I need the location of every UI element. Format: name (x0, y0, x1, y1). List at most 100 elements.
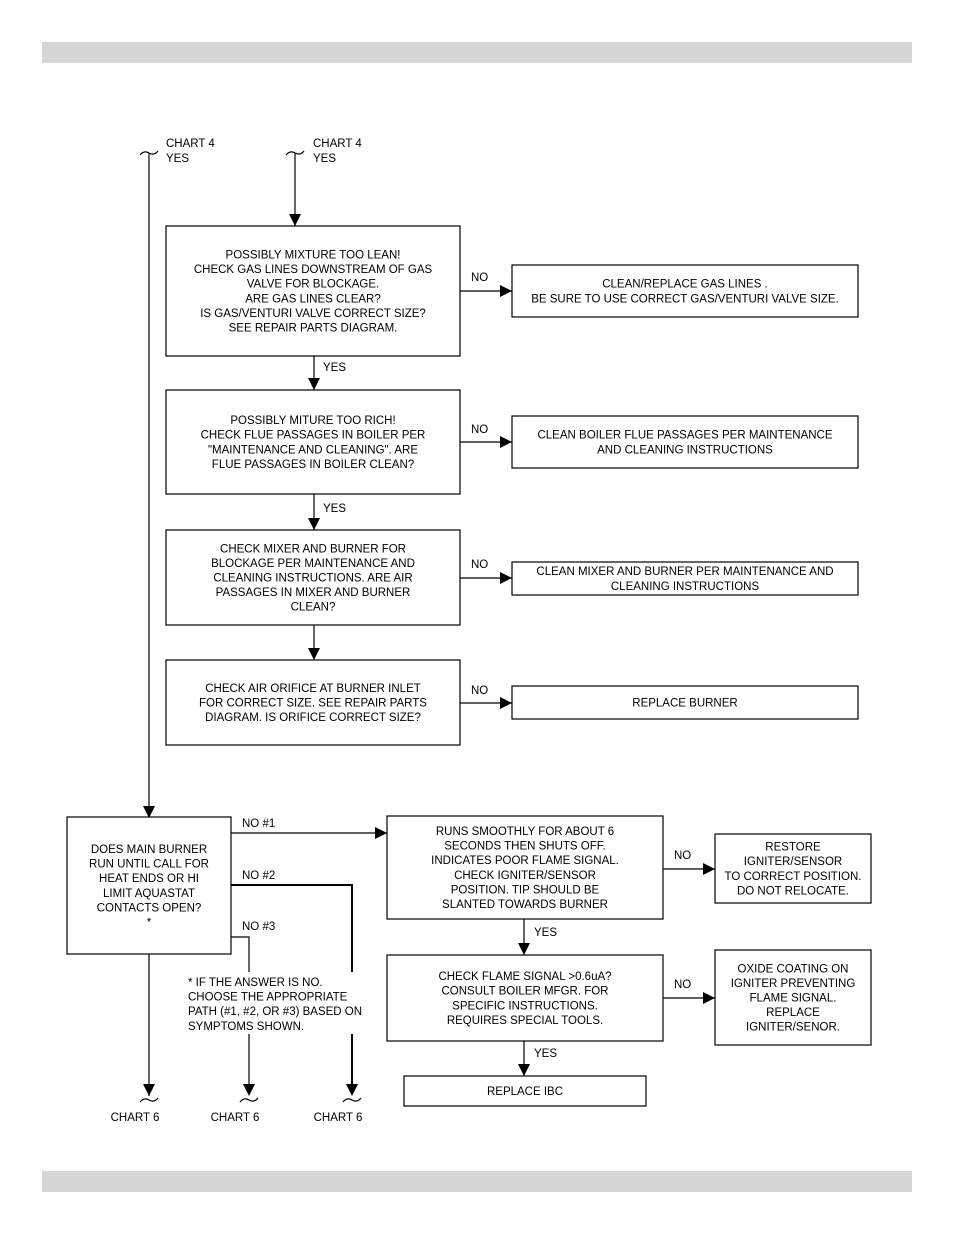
troubleshooting-flowchart: POSSIBLY MIXTURE TOO LEAN! CHECK GAS LINE… (66, 138, 872, 1124)
clean-flue-box: CLEAN BOILER FLUE PASSAGES PER MAINTENAN… (511, 415, 859, 469)
mixture-lean-box-frame (165, 225, 461, 357)
chart4-label-center: CHART 4 (313, 138, 362, 150)
clean-flue-box-frame (511, 415, 859, 469)
no2-label: NO #2 (242, 870, 275, 882)
mixture-rich-box-text-line: "MAINTENANCE AND CLEANING". ARE (208, 444, 418, 456)
chart6-label: CHART 6 (111, 1112, 160, 1124)
arrowhead-down-icon (346, 1084, 358, 1096)
replace-burner-box: REPLACE BURNER (511, 685, 859, 720)
chart4-yes-label-left: YES (166, 153, 189, 165)
chart6-label: CHART 6 (314, 1112, 363, 1124)
check-orifice-box-text-line: CHECK AIR ORIFICE AT BURNER INLET (205, 683, 421, 695)
chart6-connector-icon (239, 1097, 259, 1103)
mixture-lean-box: POSSIBLY MIXTURE TOO LEAN! CHECK GAS LINE… (165, 225, 461, 357)
arrowhead-down-icon (518, 1064, 530, 1076)
check-mixer-box-text-line: BLOCKAGE PER MAINTENANCE AND (211, 558, 415, 570)
no-label: NO (471, 272, 488, 284)
footnote-line: SYMPTOMS SHOWN. (188, 1021, 304, 1033)
flame-signal-box: CHECK FLAME SIGNAL >0.6uA? CONSULT BOILER… (386, 954, 664, 1042)
no-label: NO (674, 979, 691, 991)
main-burner-box-text-line: DOES MAIN BURNER (91, 844, 207, 856)
chart6-connector-icon (342, 1097, 362, 1103)
no-label: NO (471, 424, 488, 436)
runs-smoothly-box-text-line: INDICATES POOR FLAME SIGNAL. (431, 855, 619, 867)
arrowhead-down-icon (143, 806, 155, 818)
flame-signal-box-text-line: CHECK FLAME SIGNAL >0.6uA? (438, 971, 611, 983)
clean-flue-box-text-line: CLEAN BOILER FLUE PASSAGES PER MAINTENAN… (537, 430, 832, 442)
runs-smoothly-box-text-line: POSITION. TIP SHOULD BE (451, 884, 600, 896)
footnote-line: * IF THE ANSWER IS NO. (188, 977, 323, 989)
arrowhead-right-icon (500, 572, 512, 584)
clean-mixer-box-text-line: CLEAN MIXER AND BURNER PER MAINTENANCE A… (536, 566, 833, 578)
arrowhead-right-icon (375, 827, 387, 839)
clean-gas-lines-box-text-line: BE SURE TO USE CORRECT GAS/VENTURI VALVE… (531, 293, 839, 305)
yes-label: YES (534, 927, 557, 939)
runs-smoothly-box-text-line: RUNS SMOOTHLY FOR ABOUT 6 (436, 826, 614, 838)
oxide-coating-box-text-line: REPLACE (766, 1007, 820, 1019)
arrowhead-down-icon (243, 1084, 255, 1096)
mixture-lean-box-text-line: ARE GAS LINES CLEAR? (245, 293, 381, 305)
no3-label: NO #3 (242, 921, 275, 933)
check-mixer-box: CHECK MIXER AND BURNER FOR BLOCKAGE PER M… (165, 529, 461, 626)
restore-igniter-box-text-line: IGNITER/SENSOR (744, 856, 842, 868)
oxide-coating-box-text-line: FLAME SIGNAL. (750, 993, 837, 1005)
yes-label: YES (323, 362, 346, 374)
restore-igniter-box-text-line: DO NOT RELOCATE. (737, 885, 849, 897)
no-label: NO (674, 850, 691, 862)
chart6-connector-icon (139, 1097, 159, 1103)
replace-ibc-box-text-line: REPLACE IBC (487, 1086, 563, 1098)
clean-flue-box-text-line: AND CLEANING INSTRUCTIONS (597, 444, 773, 456)
main-burner-box-text-line: * (147, 917, 152, 929)
flame-signal-box-text-line: SPECIFIC INSTRUCTIONS. (452, 1000, 598, 1012)
check-mixer-box-text-line: CLEAN? (291, 602, 336, 614)
oxide-coating-box-text-line: IGNITER PREVENTING (731, 978, 856, 990)
replace-ibc-box: REPLACE IBC (403, 1075, 647, 1107)
runs-smoothly-box: RUNS SMOOTHLY FOR ABOUT 6 SECONDS THEN SH… (386, 815, 664, 920)
arrowhead-right-icon (703, 992, 715, 1004)
arrowhead-down-icon (308, 648, 320, 660)
restore-igniter-box-text-line: RESTORE (765, 842, 821, 854)
check-orifice-box: CHECK AIR ORIFICE AT BURNER INLET FOR COR… (165, 659, 461, 746)
runs-smoothly-box-text-line: SLANTED TOWARDS BURNER (442, 899, 608, 911)
flame-signal-box-text-line: CONSULT BOILER MFGR. FOR (442, 986, 609, 998)
flame-signal-box-text-line: REQUIRES SPECIAL TOOLS. (447, 1015, 603, 1027)
mixture-rich-box-text-line: POSSIBLY MITURE TOO RICH! (230, 415, 395, 427)
check-orifice-box-text-line: FOR CORRECT SIZE. SEE REPAIR PARTS (199, 698, 427, 710)
no-label: NO (471, 685, 488, 697)
chart4-label-left: CHART 4 (166, 138, 215, 150)
check-mixer-box-text-line: PASSAGES IN MIXER AND BURNER (216, 587, 411, 599)
chart4-yes-label-center: YES (313, 153, 336, 165)
runs-smoothly-box-text-line: CHECK IGNITER/SENSOR (454, 870, 596, 882)
arrowhead-down-icon (308, 518, 320, 530)
arrowhead-right-icon (703, 863, 715, 875)
oxide-coating-box-text-line: OXIDE COATING ON (738, 963, 849, 975)
mixture-rich-box: POSSIBLY MITURE TOO RICH! CHECK FLUE PASS… (165, 389, 461, 495)
arrowhead-down-icon (518, 943, 530, 955)
mixture-lean-box-text-line: IS GAS/VENTURI VALVE CORRECT SIZE? (200, 308, 426, 320)
replace-burner-box-text-line: REPLACE BURNER (632, 698, 737, 710)
runs-smoothly-box-text-line: SECONDS THEN SHUTS OFF. (444, 841, 605, 853)
mixture-rich-box-text-line: CHECK FLUE PASSAGES IN BOILER PER (201, 430, 426, 442)
flame-signal-box-frame (386, 954, 664, 1042)
check-mixer-box-text-line: CHECK MIXER AND BURNER FOR (220, 543, 406, 555)
footnote-line: CHOOSE THE APPROPRIATE (188, 992, 348, 1004)
mixture-lean-box-text-line: SEE REPAIR PARTS DIAGRAM. (229, 323, 398, 335)
arrowhead-right-icon (500, 697, 512, 709)
yes-label: YES (534, 1048, 557, 1060)
restore-igniter-box: RESTORE IGNITER/SENSOR TO CORRECT POSITION… (714, 833, 872, 904)
check-orifice-box-text-line: DIAGRAM. IS ORIFICE CORRECT SIZE? (205, 712, 421, 724)
arrowhead-down-icon (143, 1084, 155, 1096)
mixture-lean-box-text-line: VALVE FOR BLOCKAGE. (247, 279, 380, 291)
oxide-coating-box: OXIDE COATING ON IGNITER PREVENTING FLAME … (714, 949, 872, 1046)
clean-mixer-box-text-line: CLEANING INSTRUCTIONS (611, 581, 760, 593)
clean-gas-lines-box: CLEAN/REPLACE GAS LINES . BE SURE TO USE … (511, 264, 859, 318)
main-burner-box-frame (66, 816, 232, 955)
main-burner-box-text-line: HEAT ENDS OR HI (99, 873, 199, 885)
clean-gas-lines-box-text-line: CLEAN/REPLACE GAS LINES . (602, 279, 768, 291)
mixture-lean-box-text-line: CHECK GAS LINES DOWNSTREAM OF GAS (194, 264, 433, 276)
mixture-rich-box-text-line: FLUE PASSAGES IN BOILER CLEAN? (212, 459, 414, 471)
no1-label: NO #1 (242, 818, 275, 830)
arrowhead-down-icon (289, 214, 301, 226)
oxide-coating-box-text-line: IGNITER/SENOR. (746, 1022, 840, 1034)
main-burner-box-text-line: RUN UNTIL CALL FOR (89, 859, 209, 871)
